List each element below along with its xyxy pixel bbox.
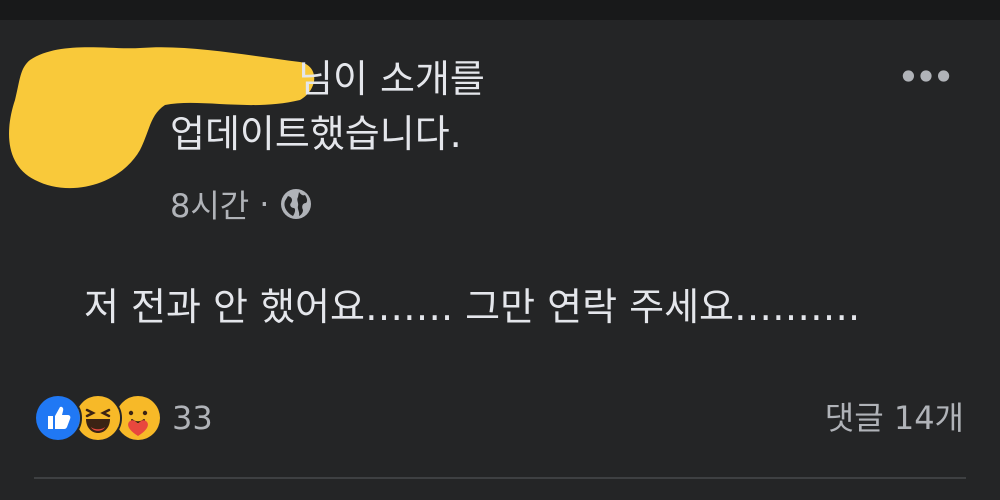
status-bar [0, 0, 1000, 20]
header-line-2: 업데이트했습니다. [170, 112, 462, 156]
header-line-1: 님이 소개를 [298, 57, 485, 101]
globe-icon [279, 187, 313, 221]
meta-separator: · [259, 185, 270, 223]
post-meta: 8시간 · [170, 181, 313, 227]
post-body-text: 저 전과 안 했어요……. 그만 연락 주세요………. [84, 285, 861, 329]
comments-count-link[interactable]: 댓글 14개 [825, 396, 964, 440]
post-header: 님이 소개를 업데이트했습니다. [170, 52, 730, 162]
more-horizontal-icon [902, 70, 950, 82]
reactions-summary[interactable]: 33 [34, 394, 213, 442]
reaction-count: 33 [172, 399, 213, 437]
more-options-button[interactable] [896, 58, 956, 94]
like-icon [34, 394, 82, 442]
post-timestamp[interactable]: 8시간 [170, 181, 249, 227]
divider [34, 477, 966, 479]
